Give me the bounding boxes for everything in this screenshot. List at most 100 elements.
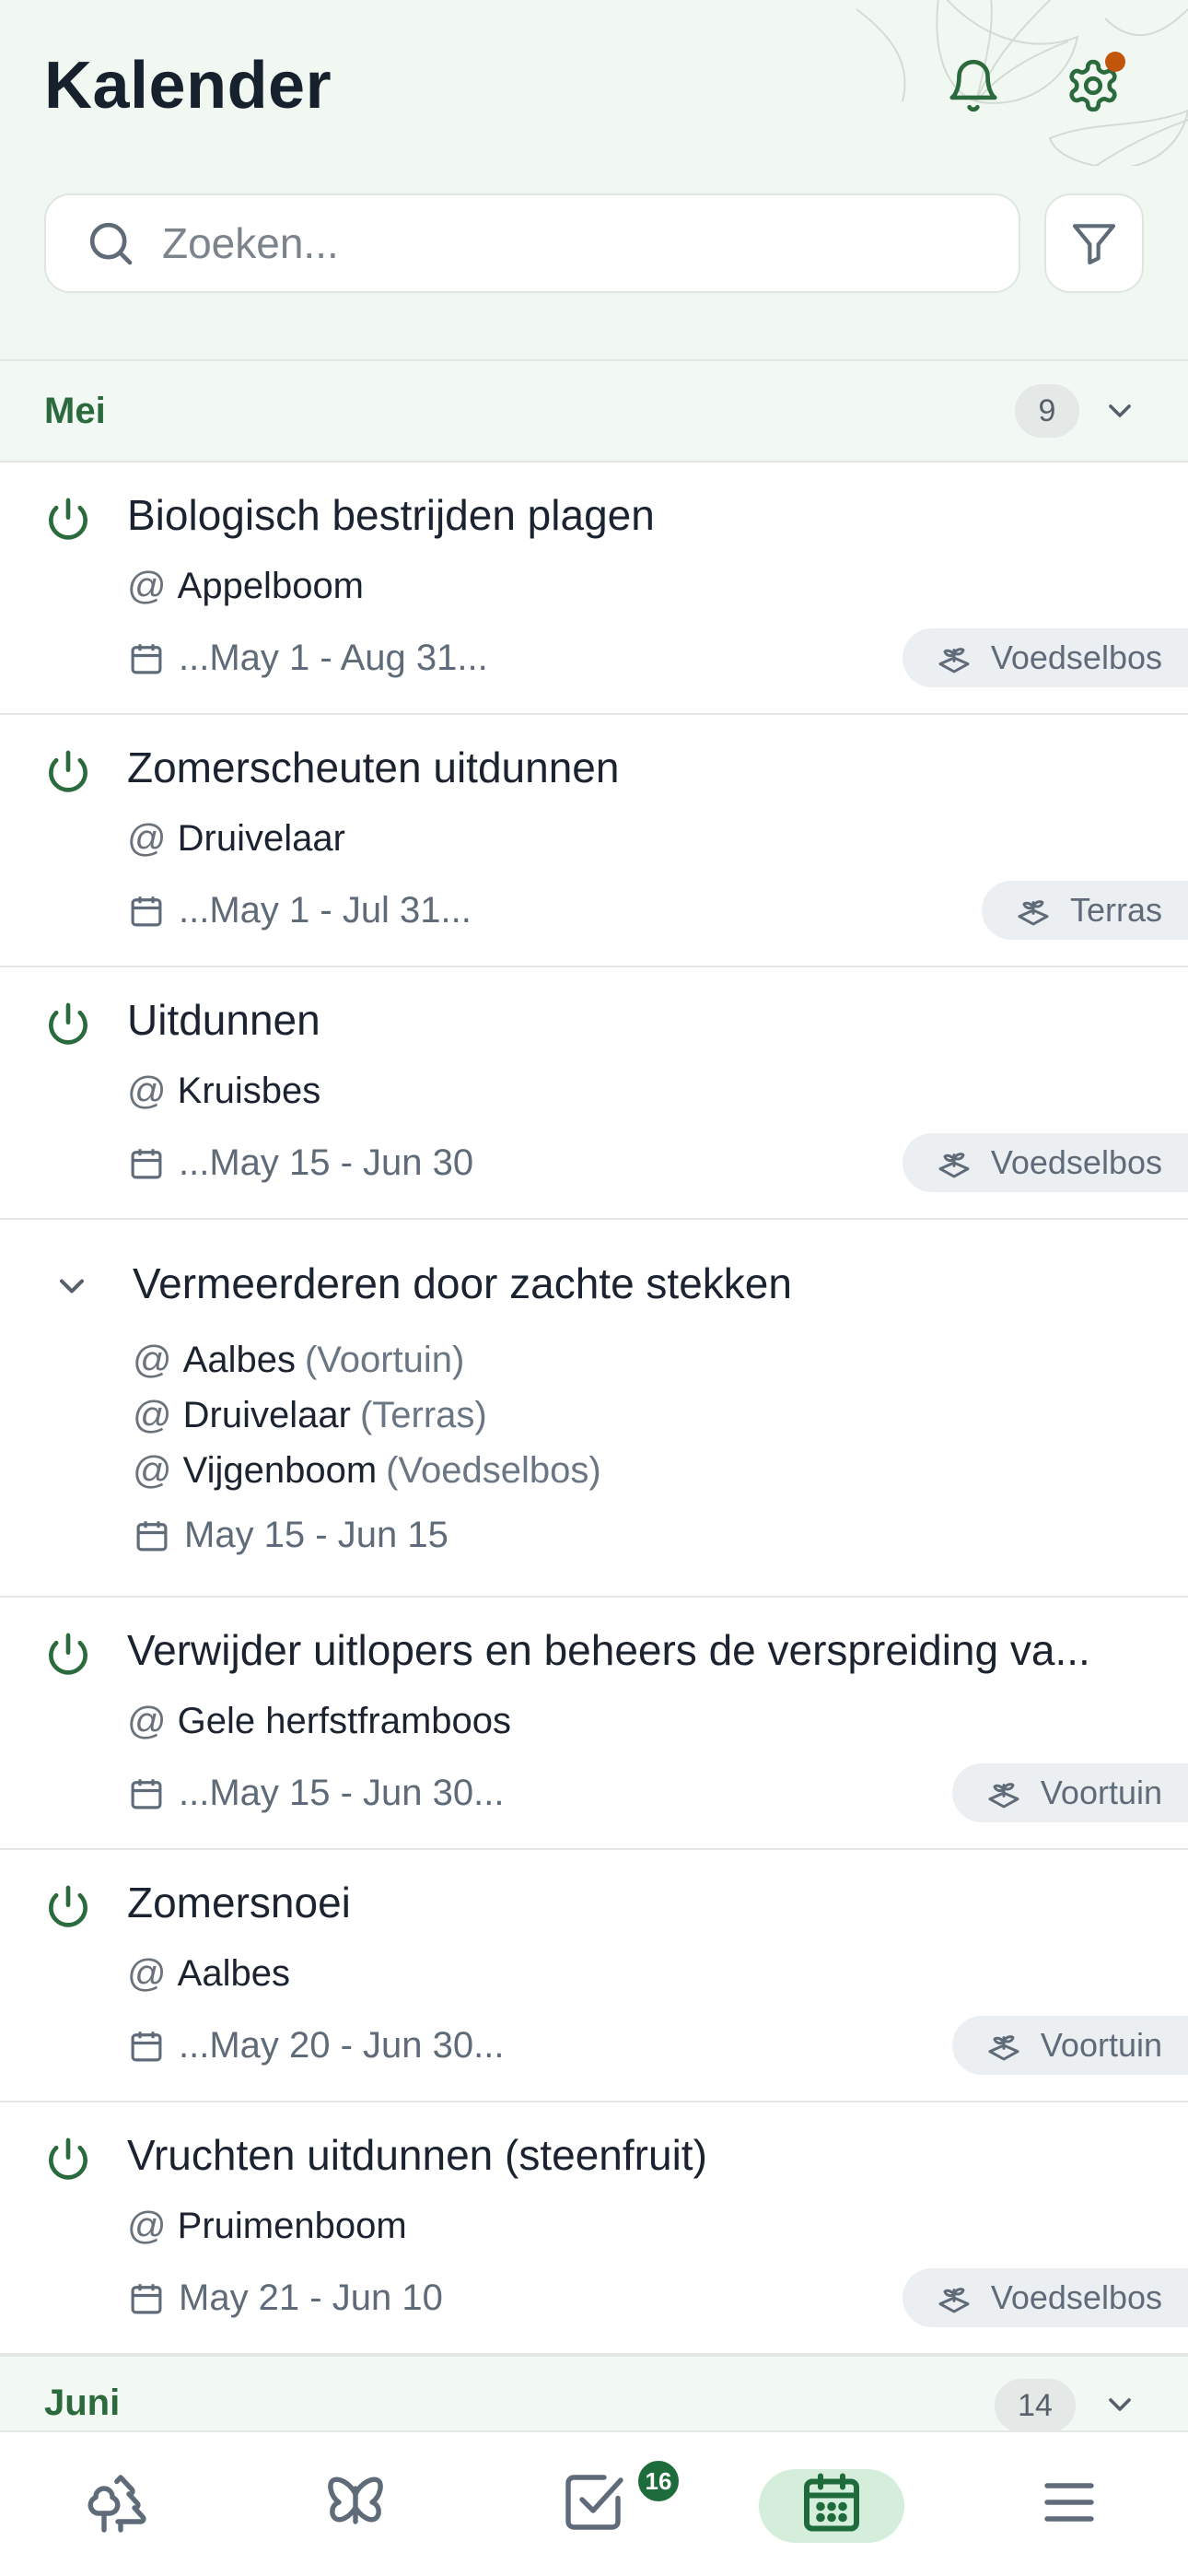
menu-icon — [1044, 2483, 1094, 2522]
location-chip[interactable]: Terras — [981, 881, 1188, 940]
chevron-down-icon[interactable] — [52, 1266, 92, 1306]
plant-name: Kruisbes — [177, 1070, 321, 1111]
calendar-icon — [804, 2473, 859, 2532]
task-item[interactable]: Biologisch bestrijden plagen @ Appelboom … — [0, 463, 1188, 715]
sprout-icon — [988, 2035, 1019, 2061]
plant-name: Gele herfstframboos — [177, 1700, 512, 1741]
task-date: ...May 15 - Jun 30... — [127, 1773, 505, 1814]
month-section-header[interactable]: Mei 9 — [0, 359, 1188, 463]
filter-button[interactable] — [1044, 193, 1144, 293]
at-symbol: @ — [127, 564, 167, 607]
calendar-icon — [131, 896, 162, 926]
task-title: Vermeerderen door zachte stekken — [133, 1259, 792, 1307]
task-date: ...May 15 - Jun 30 — [127, 1142, 473, 1184]
chevron-down-icon[interactable] — [1101, 2386, 1138, 2423]
search-bar[interactable] — [44, 193, 1020, 293]
task-plant: @ Druivelaar (Terras) — [133, 1393, 487, 1437]
plant-name: Vijgenboom — [182, 1449, 378, 1491]
task-item[interactable]: Verwijder uitlopers en beheers de verspr… — [0, 1598, 1188, 1850]
chevron-down-icon[interactable] — [1101, 392, 1138, 429]
month-name: Mei — [44, 390, 106, 431]
sprout-icon — [988, 1783, 1019, 1809]
sprout-icon — [938, 1153, 970, 1178]
task-title: Zomerscheuten uitdunnen — [127, 744, 620, 791]
date-range: ...May 1 - Jul 31... — [179, 890, 472, 931]
plant-name: Pruimenboom — [177, 2205, 407, 2246]
location-chip[interactable]: Voortuin — [951, 1763, 1188, 1822]
task-plant: @ Pruimenboom — [127, 2204, 407, 2248]
plant-name: Aalbes — [182, 1339, 296, 1380]
ginkgo-leaf-decoration — [856, 0, 1188, 166]
plant-location: (Terras) — [359, 1394, 487, 1435]
plant-name: Druivelaar — [177, 817, 345, 859]
date-range: ...May 20 - Jun 30... — [179, 2025, 505, 2066]
settings-button[interactable] — [1065, 52, 1125, 114]
task-title: Vruchten uitdunnen (steenfruit) — [127, 2131, 707, 2179]
task-plant: @ Vijgenboom (Voedselbos) — [133, 1448, 601, 1493]
location-chip[interactable]: Voedselbos — [902, 2268, 1188, 2327]
sprout-icon — [938, 2288, 970, 2313]
settings-alert-dot — [1105, 52, 1125, 72]
task-title: Biologisch bestrijden plagen — [127, 491, 655, 539]
month-task-count: 14 — [995, 2379, 1076, 2432]
task-plant: @ Kruisbes — [127, 1069, 320, 1113]
location-label: Voedselbos — [990, 2278, 1162, 2316]
calendar-icon — [131, 1148, 162, 1178]
calendar-icon — [131, 2283, 162, 2313]
nav-wildlife[interactable] — [319, 2465, 392, 2539]
calendar-icon — [131, 1778, 162, 1809]
nav-calendar[interactable] — [795, 2465, 868, 2539]
bell-icon — [949, 59, 997, 112]
app-header: Kalender — [0, 0, 1188, 361]
power-icon[interactable] — [42, 746, 94, 798]
power-icon[interactable] — [42, 494, 94, 545]
plant-location: (Voortuin) — [304, 1339, 465, 1380]
location-label: Voortuin — [1040, 2026, 1162, 2064]
notifications-button[interactable] — [945, 57, 1002, 114]
butterfly-icon — [328, 2476, 383, 2524]
date-range: ...May 15 - Jun 30 — [179, 1142, 474, 1183]
power-icon[interactable] — [42, 1629, 94, 1680]
location-label: Voedselbos — [990, 1143, 1162, 1181]
at-symbol: @ — [127, 1699, 167, 1742]
month-name: Juni — [44, 2383, 121, 2423]
task-plant: @ Gele herfstframboos — [127, 1699, 511, 1743]
task-title: Verwijder uitlopers en beheers de verspr… — [127, 1626, 1090, 1674]
search-icon — [89, 222, 133, 265]
month-section-header[interactable]: Juni 14 — [0, 2355, 1188, 2432]
plant-location: (Voedselbos) — [386, 1449, 601, 1491]
location-label: Voortuin — [1040, 1774, 1162, 1811]
task-plant: @ Appelboom — [127, 564, 364, 608]
location-chip[interactable]: Voedselbos — [902, 1133, 1188, 1192]
nav-trees[interactable] — [81, 2465, 155, 2539]
sprout-icon — [1018, 900, 1049, 926]
at-symbol: @ — [127, 2204, 167, 2247]
location-chip[interactable]: Voortuin — [951, 2016, 1188, 2075]
task-item[interactable]: Zomersnoei @ Aalbes ...May 20 - Jun 30...… — [0, 1850, 1188, 2102]
task-item[interactable]: Zomerscheuten uitdunnen @ Druivelaar ...M… — [0, 715, 1188, 967]
page-title: Kalender — [44, 49, 332, 123]
task-item[interactable]: Vruchten uitdunnen (steenfruit) @ Pruimen… — [0, 2102, 1188, 2355]
plant-name: Aalbes — [177, 1952, 290, 1994]
trees-icon — [87, 2475, 146, 2533]
tasks-count-badge: 16 — [635, 2458, 681, 2504]
location-label: Voedselbos — [990, 638, 1162, 676]
at-symbol: @ — [127, 1069, 167, 1112]
location-label: Terras — [1069, 891, 1162, 929]
task-date: May 15 - Jun 15 — [133, 1515, 448, 1556]
at-symbol: @ — [133, 1338, 172, 1381]
location-chip[interactable]: Voedselbos — [902, 628, 1188, 687]
task-plant: @ Aalbes — [127, 1951, 290, 1996]
nav-menu[interactable] — [1032, 2465, 1106, 2539]
nav-tasks[interactable] — [556, 2465, 630, 2539]
task-item[interactable]: Uitdunnen @ Kruisbes ...May 15 - Jun 30 V… — [0, 967, 1188, 1220]
task-item-expanded[interactable]: Vermeerderen door zachte stekken @ Aalbes… — [0, 1220, 1188, 1598]
power-icon[interactable] — [42, 999, 94, 1050]
power-icon[interactable] — [42, 1881, 94, 1933]
at-symbol: @ — [133, 1448, 172, 1492]
task-date: ...May 1 - Jul 31... — [127, 890, 472, 931]
bottom-navigation: 16 — [0, 2430, 1188, 2576]
power-icon[interactable] — [42, 2134, 94, 2185]
search-input[interactable] — [162, 218, 973, 268]
at-symbol: @ — [127, 1951, 167, 1995]
